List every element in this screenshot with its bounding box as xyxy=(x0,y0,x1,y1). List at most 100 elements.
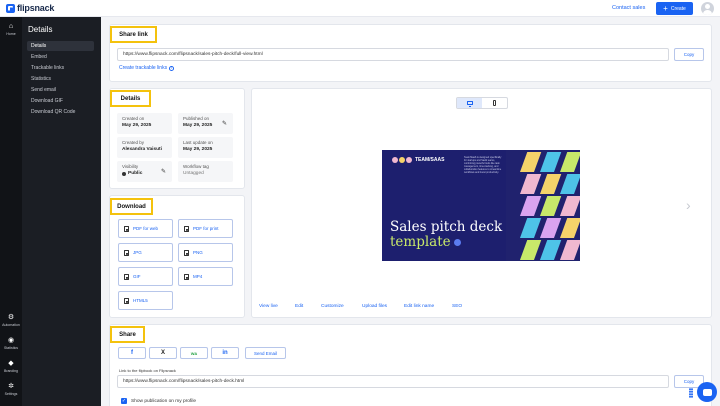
checkbox-checked-icon[interactable]: ✓ xyxy=(121,398,127,404)
last-update-value: May 29, 2025 xyxy=(183,147,213,152)
sidebar-item-send-email[interactable]: Send email xyxy=(27,85,117,95)
download-jpg-button[interactable]: JPG xyxy=(118,243,173,262)
last-update-cell: Last update on May 29, 2025 xyxy=(178,137,233,158)
flipbook-url-field[interactable]: https://www.flipsnack.com/flipsnack/sale… xyxy=(117,375,669,388)
file-icon xyxy=(124,249,129,256)
sidebar-item-download-qr[interactable]: Download QR Code xyxy=(27,107,117,117)
workflow-tag-label: Workflow tag xyxy=(183,164,209,169)
verified-check-icon xyxy=(453,239,461,246)
sidebar-item-statistics[interactable]: Statistics xyxy=(27,74,117,84)
send-email-button[interactable]: Send Email xyxy=(245,347,286,359)
create-button[interactable]: + Create xyxy=(656,2,693,15)
branding-icon: ◆ xyxy=(8,360,14,367)
cover-brand-text: TEAM/SAAS xyxy=(415,157,445,163)
icon-rail: ⌂ Home ⚙ Automation ◉ Statistics ◆ Brand… xyxy=(0,17,22,406)
workflow-tag-value: Untagged xyxy=(183,171,204,176)
sidebar-item-embed[interactable]: Embed xyxy=(27,52,117,62)
created-by-cell: Created by Alexandra Vaisuti xyxy=(117,137,172,158)
file-icon xyxy=(124,273,129,280)
download-pdf-web-button[interactable]: PDF for web xyxy=(118,219,173,238)
last-update-label: Last update on xyxy=(183,140,213,145)
share-link-url-field[interactable]: https://www.flipsnack.com/flipsnack/sale… xyxy=(117,48,669,61)
avatar[interactable] xyxy=(701,2,714,15)
upload-files-link[interactable]: Upload files xyxy=(362,304,387,309)
download-png-button[interactable]: PNG xyxy=(178,243,233,262)
view-live-link[interactable]: View live xyxy=(259,304,278,309)
customize-link[interactable]: Customize xyxy=(321,304,344,309)
download-html5-label: HTML5 xyxy=(133,298,148,303)
workflow-tag-cell: Workflow tag Untagged xyxy=(178,161,233,182)
created-by-label: Created by xyxy=(122,140,145,145)
flipsnack-logo-icon xyxy=(6,3,15,13)
download-pdf-print-button[interactable]: PDF for print xyxy=(178,219,233,238)
statistics-icon: ◉ xyxy=(7,337,15,344)
logo-text: flipsnack xyxy=(17,3,55,13)
cover-pattern xyxy=(506,150,580,261)
globe-icon xyxy=(122,171,126,176)
download-pdf-web-label: PDF for web xyxy=(133,226,159,231)
rail-settings[interactable]: ✲ Settings xyxy=(0,383,22,396)
share-link-copy-button[interactable]: Copy xyxy=(674,48,704,61)
rail-statistics[interactable]: ◉ Statistics xyxy=(0,337,22,350)
created-on-cell: Created on May 29, 2025 xyxy=(117,113,172,134)
x-share-button[interactable]: X xyxy=(149,347,177,359)
download-gif-button[interactable]: GIF xyxy=(118,267,173,286)
share-link-heading: Share link xyxy=(110,26,157,43)
edit-link-name-link[interactable]: Edit link name xyxy=(404,304,434,309)
facebook-share-button[interactable]: f xyxy=(118,347,146,359)
mobile-icon xyxy=(492,100,497,106)
download-html5-button[interactable]: HTML5 xyxy=(118,291,173,310)
linkedin-share-button[interactable]: in xyxy=(211,347,239,359)
cover-blurb: Team/SaaS is designed specifically for s… xyxy=(464,156,502,174)
download-mp4-label: MP4 xyxy=(193,274,203,279)
contact-sales-link[interactable]: Contact sales xyxy=(612,5,645,11)
share-heading: Share xyxy=(110,326,145,343)
created-on-label: Created on xyxy=(122,116,145,121)
flipsnack-logo[interactable]: flipsnack xyxy=(6,3,54,13)
sidebar-item-trackable-links[interactable]: Trackable links xyxy=(27,63,117,73)
chat-support-button[interactable] xyxy=(697,382,717,402)
next-page-chevron-icon[interactable]: › xyxy=(686,197,691,213)
visibility-value: Public xyxy=(128,171,143,176)
sidebar-item-details[interactable]: Details xyxy=(27,41,94,51)
file-icon xyxy=(184,225,189,232)
flipbook-cover[interactable]: TEAM/SAAS Team/SaaS is designed specific… xyxy=(382,150,580,261)
cover-brand-logo-icon xyxy=(392,157,412,163)
chat-icon xyxy=(702,388,712,396)
info-icon: i xyxy=(169,65,175,71)
created-by-value: Alexandra Vaisuti xyxy=(122,147,162,152)
show-on-profile-row[interactable]: ✓ Show publication on my profile xyxy=(121,398,196,404)
top-header: flipsnack Contact sales + Create xyxy=(0,0,720,17)
rail-home[interactable]: ⌂ Home xyxy=(0,23,22,36)
create-trackable-links-label: Create trackable links xyxy=(119,65,168,71)
mobile-view-button[interactable] xyxy=(482,98,507,108)
sidebar-item-download-gif[interactable]: Download GIF xyxy=(27,96,117,106)
download-jpg-label: JPG xyxy=(133,250,142,255)
seo-link[interactable]: SEO xyxy=(452,304,462,309)
view-toggle xyxy=(456,97,508,109)
created-on-value: May 29, 2025 xyxy=(122,123,152,128)
drag-handle-icon[interactable] xyxy=(689,388,693,398)
edit-published-icon[interactable]: ✎ xyxy=(222,120,227,127)
rail-branding[interactable]: ◆ Branding xyxy=(0,360,22,373)
settings-icon: ✲ xyxy=(8,383,14,390)
create-trackable-links[interactable]: Create trackable links i xyxy=(119,65,175,71)
file-icon xyxy=(184,273,189,280)
flipbook-link-label: Link to the flipbook on Flipsnack xyxy=(119,368,176,373)
whatsapp-icon: WA xyxy=(190,350,198,356)
edit-visibility-icon[interactable]: ✎ xyxy=(161,168,166,175)
download-mp4-button[interactable]: MP4 xyxy=(178,267,233,286)
file-icon xyxy=(184,249,189,256)
desktop-view-button[interactable] xyxy=(457,98,482,108)
show-on-profile-label: Show publication on my profile xyxy=(131,398,197,404)
cover-subtitle: template xyxy=(390,235,461,250)
details-sidebar: Details Details Embed Trackable links St… xyxy=(22,17,101,406)
edit-link[interactable]: Edit xyxy=(295,304,303,309)
rail-automation[interactable]: ⚙ Automation xyxy=(0,314,22,327)
whatsapp-share-button[interactable]: WA xyxy=(180,347,208,359)
desktop-icon xyxy=(466,101,473,107)
download-png-label: PNG xyxy=(193,250,203,255)
share-card xyxy=(109,324,712,406)
download-heading: Download xyxy=(110,198,153,215)
home-icon: ⌂ xyxy=(8,23,14,30)
